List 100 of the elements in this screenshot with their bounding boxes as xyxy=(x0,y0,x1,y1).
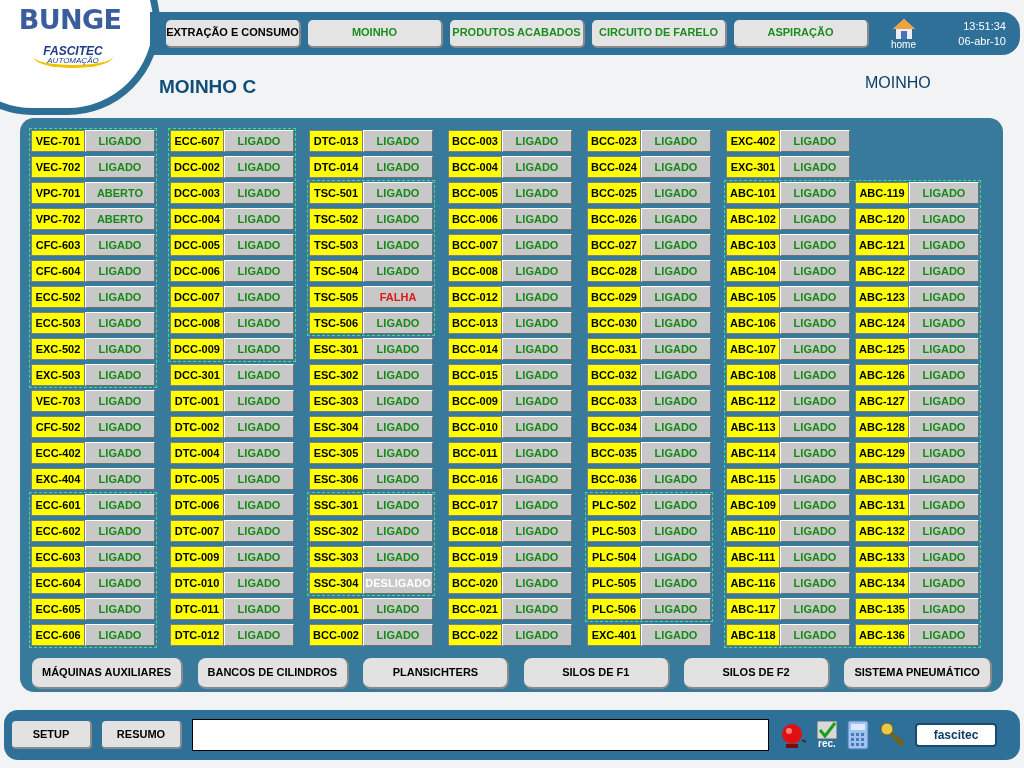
status-indicator[interactable]: LIGADO xyxy=(224,468,294,490)
status-indicator[interactable]: LIGADO xyxy=(641,234,711,256)
section-button[interactable]: PLANSICHTERS xyxy=(363,658,510,689)
status-indicator[interactable]: LIGADO xyxy=(641,494,711,516)
status-indicator[interactable]: LIGADO xyxy=(641,572,711,594)
status-indicator[interactable]: LIGADO xyxy=(780,260,850,282)
section-button[interactable]: BANCOS DE CILINDROS xyxy=(197,658,350,689)
status-indicator[interactable]: LIGADO xyxy=(909,234,979,256)
status-indicator[interactable]: LIGADO xyxy=(502,546,572,568)
status-indicator[interactable]: LIGADO xyxy=(641,546,711,568)
footer-button[interactable]: RESUMO xyxy=(102,721,182,749)
status-indicator[interactable]: LIGADO xyxy=(85,572,155,594)
status-indicator[interactable]: LIGADO xyxy=(224,156,294,178)
status-indicator[interactable]: LIGADO xyxy=(85,286,155,308)
status-indicator[interactable]: LIGADO xyxy=(780,624,850,646)
status-indicator[interactable]: LIGADO xyxy=(85,598,155,620)
status-indicator[interactable]: LIGADO xyxy=(909,598,979,620)
status-indicator[interactable]: LIGADO xyxy=(363,312,433,334)
status-indicator[interactable]: LIGADO xyxy=(85,260,155,282)
status-indicator[interactable]: LIGADO xyxy=(502,130,572,152)
status-indicator[interactable]: ABERTO xyxy=(85,208,155,230)
status-indicator[interactable]: LIGADO xyxy=(363,234,433,256)
status-indicator[interactable]: LIGADO xyxy=(641,156,711,178)
status-indicator[interactable]: LIGADO xyxy=(502,182,572,204)
status-indicator[interactable]: LIGADO xyxy=(641,624,711,646)
status-indicator[interactable]: LIGADO xyxy=(224,208,294,230)
section-button[interactable]: MÁQUINAS AUXILIARES xyxy=(32,658,184,689)
section-button[interactable]: SILOS DE F2 xyxy=(684,658,831,689)
status-indicator[interactable]: LIGADO xyxy=(641,364,711,386)
status-indicator[interactable]: LIGADO xyxy=(502,572,572,594)
status-indicator[interactable]: LIGADO xyxy=(909,182,979,204)
status-indicator[interactable]: LIGADO xyxy=(363,130,433,152)
status-indicator[interactable]: LIGADO xyxy=(502,390,572,412)
status-indicator[interactable]: LIGADO xyxy=(909,572,979,594)
nav-button[interactable]: ASPIRAÇÃO xyxy=(734,19,869,48)
status-indicator[interactable]: LIGADO xyxy=(641,338,711,360)
status-indicator[interactable]: LIGADO xyxy=(502,494,572,516)
status-indicator[interactable]: LIGADO xyxy=(780,520,850,542)
status-indicator[interactable]: LIGADO xyxy=(85,442,155,464)
status-indicator[interactable]: LIGADO xyxy=(502,286,572,308)
status-indicator[interactable]: LIGADO xyxy=(85,546,155,568)
status-indicator[interactable]: LIGADO xyxy=(363,468,433,490)
status-indicator[interactable]: LIGADO xyxy=(909,260,979,282)
status-indicator[interactable]: LIGADO xyxy=(363,494,433,516)
status-indicator[interactable]: LIGADO xyxy=(85,312,155,334)
status-indicator[interactable]: LIGADO xyxy=(641,260,711,282)
status-indicator[interactable]: LIGADO xyxy=(363,338,433,360)
status-indicator[interactable]: LIGADO xyxy=(224,572,294,594)
status-indicator[interactable]: LIGADO xyxy=(85,130,155,152)
status-indicator[interactable]: LIGADO xyxy=(85,624,155,646)
status-indicator[interactable]: ABERTO xyxy=(85,182,155,204)
status-indicator[interactable]: LIGADO xyxy=(224,260,294,282)
status-indicator[interactable]: LIGADO xyxy=(363,416,433,438)
status-indicator[interactable]: LIGADO xyxy=(502,442,572,464)
status-indicator[interactable]: LIGADO xyxy=(502,260,572,282)
status-indicator[interactable]: LIGADO xyxy=(780,468,850,490)
status-indicator[interactable]: LIGADO xyxy=(909,364,979,386)
status-indicator[interactable]: LIGADO xyxy=(224,390,294,412)
section-button[interactable]: SISTEMA PNEUMÁTICO xyxy=(844,658,992,689)
status-indicator[interactable]: LIGADO xyxy=(909,312,979,334)
status-indicator[interactable]: LIGADO xyxy=(909,520,979,542)
status-indicator[interactable]: LIGADO xyxy=(641,442,711,464)
status-indicator[interactable]: LIGADO xyxy=(909,338,979,360)
status-indicator[interactable]: LIGADO xyxy=(85,390,155,412)
status-indicator[interactable]: LIGADO xyxy=(85,234,155,256)
status-indicator[interactable]: LIGADO xyxy=(641,390,711,412)
status-indicator[interactable]: LIGADO xyxy=(780,156,850,178)
key-icon[interactable] xyxy=(879,721,905,749)
status-indicator[interactable]: LIGADO xyxy=(363,364,433,386)
status-indicator[interactable]: LIGADO xyxy=(780,286,850,308)
status-indicator[interactable]: LIGADO xyxy=(224,520,294,542)
status-indicator[interactable]: LIGADO xyxy=(224,546,294,568)
status-indicator[interactable]: LIGADO xyxy=(502,416,572,438)
status-indicator[interactable]: LIGADO xyxy=(224,442,294,464)
status-indicator[interactable]: LIGADO xyxy=(502,234,572,256)
status-indicator[interactable]: LIGADO xyxy=(502,468,572,490)
status-indicator[interactable]: LIGADO xyxy=(780,546,850,568)
status-indicator[interactable]: LIGADO xyxy=(641,208,711,230)
status-indicator[interactable]: FALHA xyxy=(363,286,433,308)
status-indicator[interactable]: LIGADO xyxy=(909,390,979,412)
status-indicator[interactable]: LIGADO xyxy=(363,546,433,568)
status-indicator[interactable]: LIGADO xyxy=(641,312,711,334)
status-indicator[interactable]: LIGADO xyxy=(909,286,979,308)
status-indicator[interactable]: LIGADO xyxy=(502,208,572,230)
status-indicator[interactable]: LIGADO xyxy=(224,234,294,256)
status-indicator[interactable]: LIGADO xyxy=(909,416,979,438)
status-indicator[interactable]: LIGADO xyxy=(909,624,979,646)
status-indicator[interactable]: LIGADO xyxy=(85,364,155,386)
status-indicator[interactable]: LIGADO xyxy=(363,182,433,204)
status-indicator[interactable]: LIGADO xyxy=(641,520,711,542)
status-indicator[interactable]: LIGADO xyxy=(780,312,850,334)
status-indicator[interactable]: LIGADO xyxy=(502,520,572,542)
nav-button[interactable]: PRODUTOS ACABADOS xyxy=(450,19,585,48)
status-indicator[interactable]: LIGADO xyxy=(909,468,979,490)
status-indicator[interactable]: LIGADO xyxy=(909,208,979,230)
status-indicator[interactable]: LIGADO xyxy=(502,312,572,334)
status-indicator[interactable]: LIGADO xyxy=(224,182,294,204)
status-indicator[interactable]: LIGADO xyxy=(85,338,155,360)
status-indicator[interactable]: LIGADO xyxy=(224,312,294,334)
status-indicator[interactable]: LIGADO xyxy=(85,494,155,516)
